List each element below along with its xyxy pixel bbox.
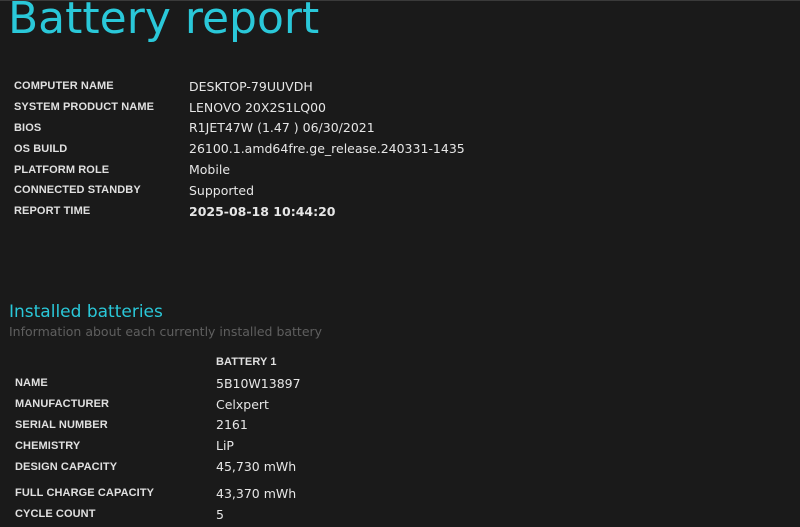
bios-label: BIOS bbox=[14, 121, 42, 134]
computer-name-value: DESKTOP-79UUVDH bbox=[189, 78, 313, 94]
info-row-os-build: OS BUILD 26100.1.amd64fre.ge_release.240… bbox=[14, 138, 465, 159]
info-row-computer-name: COMPUTER NAME DESKTOP-79UUVDH bbox=[14, 76, 465, 97]
battery-full-charge-capacity-label: FULL CHARGE CAPACITY bbox=[15, 487, 155, 500]
battery-cycle-count-label: CYCLE COUNT bbox=[15, 508, 96, 521]
battery-name-value: 5B10W13897 bbox=[216, 375, 301, 391]
connected-standby-label: CONNECTED STANDBY bbox=[14, 184, 141, 197]
system-product-name-value: LENOVO 20X2S1LQ00 bbox=[189, 99, 326, 115]
computer-name-label: COMPUTER NAME bbox=[14, 80, 114, 93]
battery-design-capacity-label: DESIGN CAPACITY bbox=[15, 460, 118, 473]
battery-manufacturer-value: Celxpert bbox=[216, 396, 269, 412]
battery-full-charge-capacity-value: 43,370 mWh bbox=[216, 485, 297, 501]
info-row-platform-role: PLATFORM ROLE Mobile bbox=[14, 159, 465, 180]
battery-row-full-charge-capacity: FULL CHARGE CAPACITY 43,370 mWh bbox=[15, 483, 301, 504]
battery-serial-number-value: 2161 bbox=[216, 417, 248, 433]
report-time-label: REPORT TIME bbox=[14, 205, 91, 218]
installed-batteries-table: NAME 5B10W13897 MANUFACTURER Celxpert SE… bbox=[15, 373, 301, 525]
os-build-label: OS BUILD bbox=[14, 142, 68, 155]
battery-1-column-header: BATTERY 1 bbox=[216, 356, 277, 368]
info-row-system-product-name: SYSTEM PRODUCT NAME LENOVO 20X2S1LQ00 bbox=[14, 97, 465, 118]
battery-name-label: NAME bbox=[15, 377, 48, 390]
battery-row-manufacturer: MANUFACTURER Celxpert bbox=[15, 394, 301, 415]
battery-row-cycle-count: CYCLE COUNT 5 bbox=[15, 504, 301, 525]
installed-batteries-subtitle: Information about each currently install… bbox=[9, 324, 323, 339]
battery-design-capacity-value: 45,730 mWh bbox=[216, 459, 297, 475]
battery-row-serial-number: SERIAL NUMBER 2161 bbox=[15, 415, 301, 436]
battery-chemistry-label: CHEMISTRY bbox=[15, 439, 81, 452]
info-row-report-time: REPORT TIME 2025-08-18 10:44:20 bbox=[14, 201, 465, 222]
battery-cycle-count-value: 5 bbox=[216, 506, 224, 522]
platform-role-label: PLATFORM ROLE bbox=[14, 163, 110, 176]
info-row-bios: BIOS R1JET47W (1.47 ) 06/30/2021 bbox=[14, 118, 465, 139]
os-build-value: 26100.1.amd64fre.ge_release.240331-1435 bbox=[189, 141, 465, 157]
battery-serial-number-label: SERIAL NUMBER bbox=[15, 418, 108, 431]
page-title: Battery report bbox=[8, 0, 320, 44]
bios-value: R1JET47W (1.47 ) 06/30/2021 bbox=[189, 120, 375, 136]
battery-row-design-capacity: DESIGN CAPACITY 45,730 mWh bbox=[15, 456, 301, 477]
battery-chemistry-value: LiP bbox=[216, 438, 234, 454]
platform-role-value: Mobile bbox=[189, 162, 231, 178]
system-info-table: COMPUTER NAME DESKTOP-79UUVDH SYSTEM PRO… bbox=[14, 76, 465, 222]
battery-row-name: NAME 5B10W13897 bbox=[15, 373, 301, 394]
info-row-connected-standby: CONNECTED STANDBY Supported bbox=[14, 180, 465, 201]
battery-row-chemistry: CHEMISTRY LiP bbox=[15, 435, 301, 456]
report-time-value: 2025-08-18 10:44:20 bbox=[189, 203, 336, 219]
installed-batteries-heading: Installed batteries bbox=[9, 302, 163, 322]
system-product-name-label: SYSTEM PRODUCT NAME bbox=[14, 101, 155, 114]
battery-manufacturer-label: MANUFACTURER bbox=[15, 398, 110, 411]
connected-standby-value: Supported bbox=[189, 182, 255, 198]
